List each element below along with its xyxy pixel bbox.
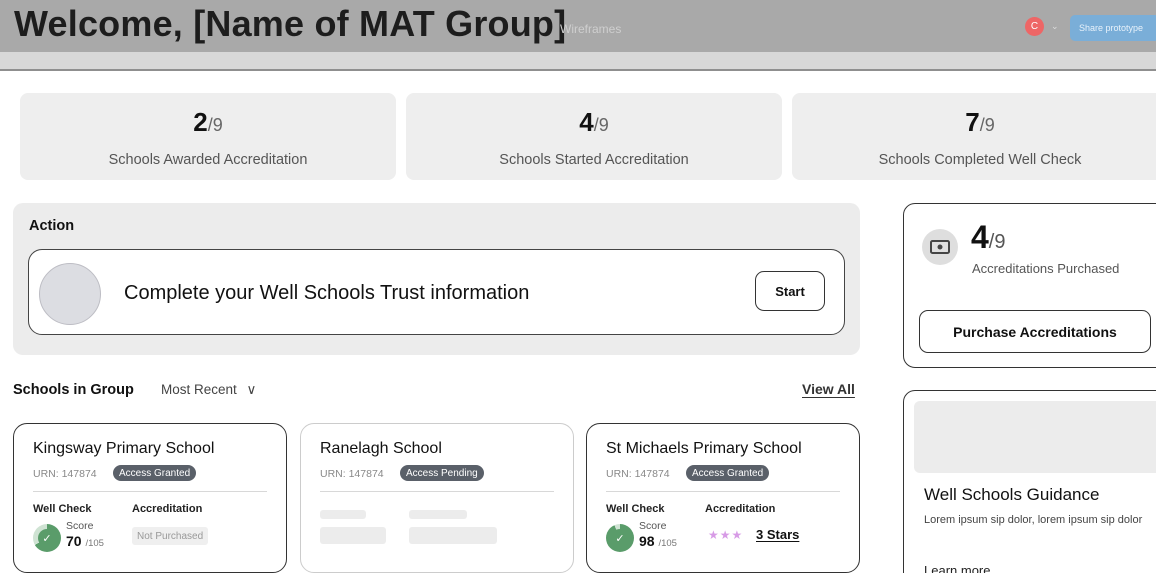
- avatar[interactable]: C: [1025, 17, 1044, 36]
- check-icon: ✓: [38, 529, 56, 547]
- skeleton-block: [409, 527, 497, 544]
- share-prototype-button[interactable]: Share prototype: [1070, 15, 1156, 41]
- score-label: Score: [66, 520, 94, 532]
- divider: [606, 491, 840, 492]
- action-text: Complete your Well Schools Trust informa…: [124, 282, 530, 304]
- guidance-title: Well Schools Guidance: [924, 485, 1100, 504]
- stat-total: /9: [207, 115, 223, 135]
- score-value: 70: [66, 533, 82, 549]
- guidance-card: Well Schools Guidance Lorem ipsum sip do…: [903, 390, 1156, 573]
- purchase-value: 4: [971, 219, 989, 255]
- view-all-link[interactable]: View All: [802, 381, 855, 397]
- school-urn: URN: 147874: [606, 468, 670, 480]
- school-name: Kingsway Primary School: [33, 440, 215, 457]
- status-badge: Access Granted: [686, 465, 770, 481]
- money-icon: [922, 229, 958, 265]
- well-check-label: Well Check: [606, 503, 665, 515]
- score-total: /105: [658, 538, 677, 549]
- stat-total: /9: [979, 115, 995, 135]
- skeleton-line: [409, 510, 467, 519]
- score-label: Score: [639, 520, 667, 532]
- action-title: Action: [29, 218, 75, 234]
- chevron-down-icon: ∨: [246, 382, 257, 397]
- guidance-body: Lorem ipsum sip dolor, lorem ipsum sip d…: [924, 514, 1143, 526]
- prototype-label: Wireframes: [560, 22, 622, 36]
- status-badge: Access Granted: [113, 465, 197, 481]
- school-name: Ranelagh School: [320, 440, 442, 457]
- school-card[interactable]: St Michaels Primary School URN: 147874 A…: [586, 423, 860, 573]
- skeleton-line: [320, 510, 366, 519]
- purchase-card: 4/9 Accreditations Purchased Purchase Ac…: [903, 203, 1156, 368]
- school-card[interactable]: Ranelagh School URN: 147874 Access Pendi…: [300, 423, 574, 573]
- start-button[interactable]: Start: [755, 271, 825, 311]
- top-bar-sub: [0, 52, 1156, 71]
- score-total: /105: [85, 538, 104, 549]
- skeleton-block: [320, 527, 386, 544]
- action-card[interactable]: Complete your Well Schools Trust informa…: [28, 249, 845, 335]
- stat-card-awarded: 2/9 Schools Awarded Accreditation: [20, 93, 396, 180]
- chevron-down-icon[interactable]: ⌄: [1051, 21, 1059, 32]
- stat-label: Schools Completed Well Check: [878, 152, 1082, 168]
- guidance-image-placeholder: [914, 401, 1156, 473]
- score-value: 98: [639, 533, 655, 549]
- stat-card-started: 4/9 Schools Started Accreditation: [406, 93, 782, 180]
- schools-title: Schools in Group: [13, 382, 134, 398]
- stat-label: Schools Started Accreditation: [499, 152, 689, 168]
- purchase-accreditations-button[interactable]: Purchase Accreditations: [919, 310, 1151, 353]
- score-ring: ✓: [33, 524, 61, 552]
- learn-more-link[interactable]: Learn more: [924, 563, 990, 573]
- stat-card-well-check: 7/9 Schools Completed Well Check: [792, 93, 1156, 180]
- check-icon: ✓: [611, 529, 629, 547]
- star-rating-icon: ★★★: [708, 528, 744, 542]
- accreditation-stars-link[interactable]: 3 Stars: [756, 527, 799, 542]
- stat-value: 2: [193, 107, 208, 137]
- accreditation-label: Accreditation: [132, 503, 203, 515]
- sort-dropdown[interactable]: Most Recent ∨: [161, 382, 256, 398]
- purchase-total: /9: [988, 231, 1006, 253]
- stat-total: /9: [593, 115, 609, 135]
- purchase-label: Accreditations Purchased: [972, 261, 1120, 276]
- score-ring: ✓: [606, 524, 634, 552]
- accreditation-label: Accreditation: [705, 503, 776, 515]
- school-name: St Michaels Primary School: [606, 440, 802, 457]
- divider: [320, 491, 554, 492]
- stat-label: Schools Awarded Accreditation: [108, 152, 308, 168]
- action-image-placeholder: [39, 263, 101, 325]
- school-card[interactable]: Kingsway Primary School URN: 147874 Acce…: [13, 423, 287, 573]
- stat-value: 4: [579, 107, 594, 137]
- status-badge: Access Pending: [400, 465, 484, 481]
- sort-label: Most Recent: [161, 382, 237, 397]
- well-check-label: Well Check: [33, 503, 92, 515]
- page-title: Welcome, [Name of MAT Group]: [14, 3, 567, 44]
- action-panel: Action Complete your Well Schools Trust …: [13, 203, 860, 355]
- school-urn: URN: 147874: [33, 468, 97, 480]
- stat-value: 7: [965, 107, 980, 137]
- divider: [33, 491, 267, 492]
- accreditation-status: Not Purchased: [132, 527, 209, 545]
- school-urn: URN: 147874: [320, 468, 384, 480]
